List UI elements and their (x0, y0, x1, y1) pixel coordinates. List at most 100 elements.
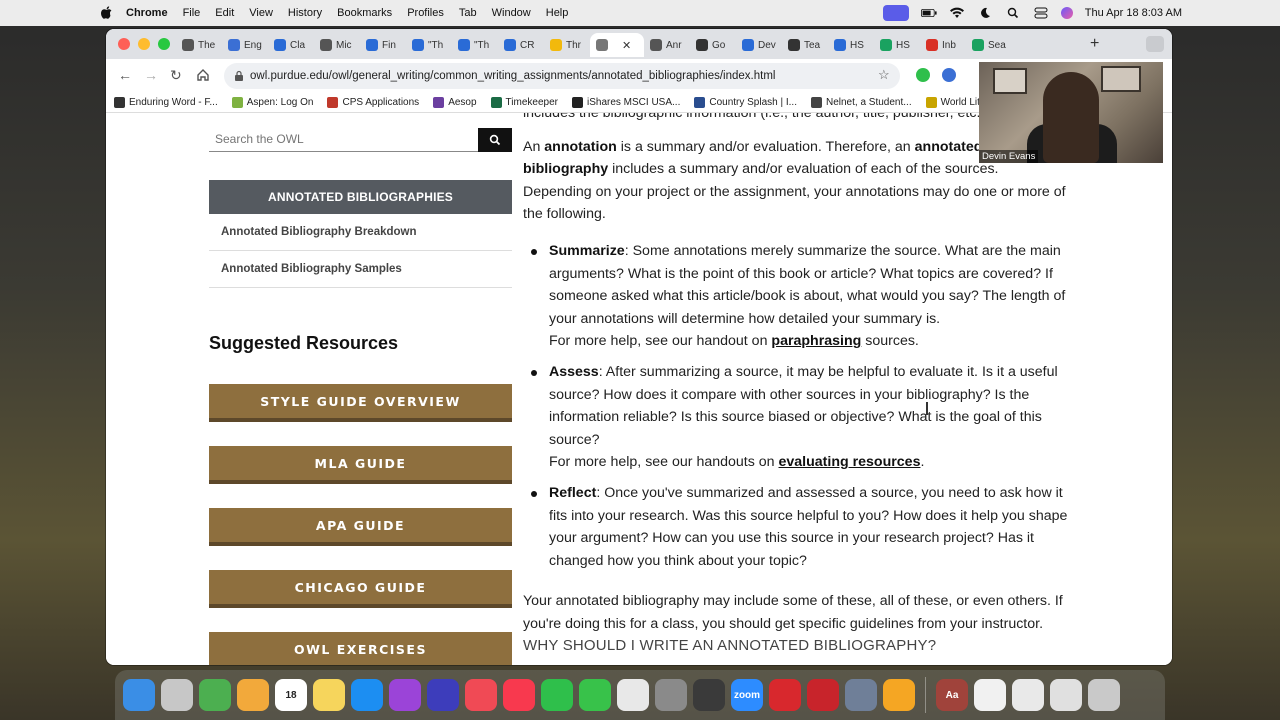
bookmark-item[interactable]: CPS Applications (327, 96, 419, 108)
owl-exercises-button[interactable]: OWL EXERCISES (209, 632, 512, 665)
preview-icon[interactable] (845, 679, 877, 711)
notes-icon[interactable] (313, 679, 345, 711)
bookmark-item[interactable]: Timekeeper (490, 96, 558, 108)
menu-app-name[interactable]: Chrome (126, 7, 168, 19)
bookmark-star-icon[interactable]: ☆ (878, 67, 890, 83)
launchpad-icon[interactable] (161, 679, 193, 711)
finder-icon[interactable] (123, 679, 155, 711)
battery-icon[interactable] (920, 7, 937, 19)
site-info-icon[interactable] (234, 70, 244, 81)
minimize-window-button[interactable] (138, 38, 150, 50)
shield-app-icon[interactable] (769, 679, 801, 711)
close-window-button[interactable] (118, 38, 130, 50)
chicago-guide-button[interactable]: CHICAGO GUIDE (209, 570, 512, 608)
bookmark-item[interactable]: Aspen: Log On (231, 96, 313, 108)
siri-icon[interactable] (1060, 7, 1073, 19)
browser-tab[interactable]: HS (828, 33, 874, 57)
browser-tab[interactable]: "Th (406, 33, 452, 57)
search-button[interactable] (478, 128, 512, 152)
bookmark-item[interactable]: Enduring Word - F... (114, 96, 218, 108)
bookmark-item[interactable]: Aesop (433, 96, 477, 108)
back-arrow-icon[interactable]: ← (118, 67, 132, 83)
music-icon[interactable] (503, 679, 535, 711)
browser-tab[interactable]: Tea (782, 33, 828, 57)
search-input[interactable] (209, 128, 469, 150)
menu-profiles[interactable]: Profiles (407, 7, 444, 19)
photo-booth-icon[interactable] (807, 679, 839, 711)
browser-tab[interactable]: Anr (644, 33, 690, 57)
browser-tab[interactable]: Dev (736, 33, 782, 57)
menu-bookmarks[interactable]: Bookmarks (337, 7, 392, 19)
home-icon[interactable] (196, 68, 210, 82)
app-store-icon[interactable] (351, 679, 383, 711)
browser-tab[interactable]: Mic (314, 33, 360, 57)
clock-datetime[interactable]: Thu Apr 18 8:03 AM (1085, 7, 1182, 19)
paraphrasing-link[interactable]: paraphrasing (771, 333, 861, 349)
menu-edit[interactable]: Edit (215, 7, 234, 19)
maps-icon[interactable] (199, 679, 231, 711)
apa-guide-button[interactable]: APA GUIDE (209, 508, 512, 546)
control-center-icon[interactable] (1033, 7, 1049, 19)
mla-guide-button[interactable]: MLA GUIDE (209, 446, 512, 484)
dictionary-icon[interactable]: Aa (936, 679, 968, 711)
browser-tab[interactable]: Inb (920, 33, 966, 57)
pages-icon[interactable] (883, 679, 915, 711)
close-tab-icon[interactable]: ✕ (622, 39, 631, 52)
menu-help[interactable]: Help (546, 7, 569, 19)
browser-tab[interactable]: Fin (360, 33, 406, 57)
tab-search-chevron-button[interactable] (1146, 36, 1164, 52)
sidebar-link-samples[interactable]: Annotated Bibliography Samples (209, 251, 512, 288)
grammarly-extension-icon[interactable] (916, 68, 930, 82)
menu-history[interactable]: History (288, 7, 322, 19)
browser-tab[interactable]: Sea (966, 33, 1012, 57)
trash-icon[interactable] (1088, 679, 1120, 711)
browser-tab[interactable]: CR (498, 33, 544, 57)
screenshot-stack-icon[interactable] (1012, 679, 1044, 711)
zoom-window-button[interactable] (158, 38, 170, 50)
address-bar[interactable]: owl.purdue.edu/owl/general_writing/commo… (224, 63, 900, 89)
browser-tab[interactable]: Eng (222, 33, 268, 57)
reload-icon[interactable]: ↻ (170, 67, 182, 84)
menu-file[interactable]: File (183, 7, 201, 19)
bookmark-item[interactable]: iShares MSCI USA... (571, 96, 680, 108)
zoom-status-icon[interactable] (882, 5, 909, 21)
bookmark-label: Aesop (448, 96, 477, 108)
new-tab-button[interactable]: + (1090, 35, 1099, 53)
sidebar-link-breakdown[interactable]: Annotated Bibliography Breakdown (209, 214, 512, 251)
apple-menu-icon[interactable] (101, 6, 112, 19)
document-icon[interactable] (974, 679, 1006, 711)
url-text[interactable]: owl.purdue.edu/owl/general_writing/commo… (250, 70, 775, 82)
calculator-icon[interactable] (693, 679, 725, 711)
screenshot-stack-2-icon[interactable] (1050, 679, 1082, 711)
evaluating-resources-link[interactable]: evaluating resources (779, 454, 921, 470)
browser-tab[interactable]: The (176, 33, 222, 57)
news-icon[interactable] (465, 679, 497, 711)
browser-tab[interactable]: Cla (268, 33, 314, 57)
browser-tab[interactable]: Thr (544, 33, 590, 57)
forward-arrow-icon[interactable]: → (144, 67, 158, 83)
bookmark-item[interactable]: Nelnet, a Student... (810, 96, 912, 108)
style-guide-overview-button[interactable]: STYLE GUIDE OVERVIEW (209, 384, 512, 422)
podcasts-icon[interactable] (389, 679, 421, 711)
menu-tab[interactable]: Tab (459, 7, 477, 19)
wifi-icon[interactable] (949, 7, 965, 19)
browser-tab[interactable]: Go (690, 33, 736, 57)
extension-icon[interactable] (942, 68, 956, 82)
browser-tab[interactable]: "Th (452, 33, 498, 57)
chrome-icon[interactable] (617, 679, 649, 711)
facetime-icon[interactable] (541, 679, 573, 711)
spotlight-search-icon[interactable] (1005, 7, 1021, 19)
menu-view[interactable]: View (249, 7, 273, 19)
photos-icon[interactable] (237, 679, 269, 711)
section-title-annotated-bibliographies[interactable]: ANNOTATED BIBLIOGRAPHIES (209, 180, 512, 214)
bookmark-item[interactable]: Country Splash | I... (694, 96, 797, 108)
system-settings-icon[interactable] (655, 679, 687, 711)
browser-tab[interactable]: HS (874, 33, 920, 57)
calendar-icon[interactable]: 18 (275, 679, 307, 711)
menu-window[interactable]: Window (492, 7, 531, 19)
browser-tab[interactable]: ✕ (590, 33, 644, 57)
imovie-icon[interactable] (427, 679, 459, 711)
zoom-icon[interactable]: zoom (731, 679, 763, 711)
focus-moon-icon[interactable] (977, 7, 993, 19)
messages-icon[interactable] (579, 679, 611, 711)
